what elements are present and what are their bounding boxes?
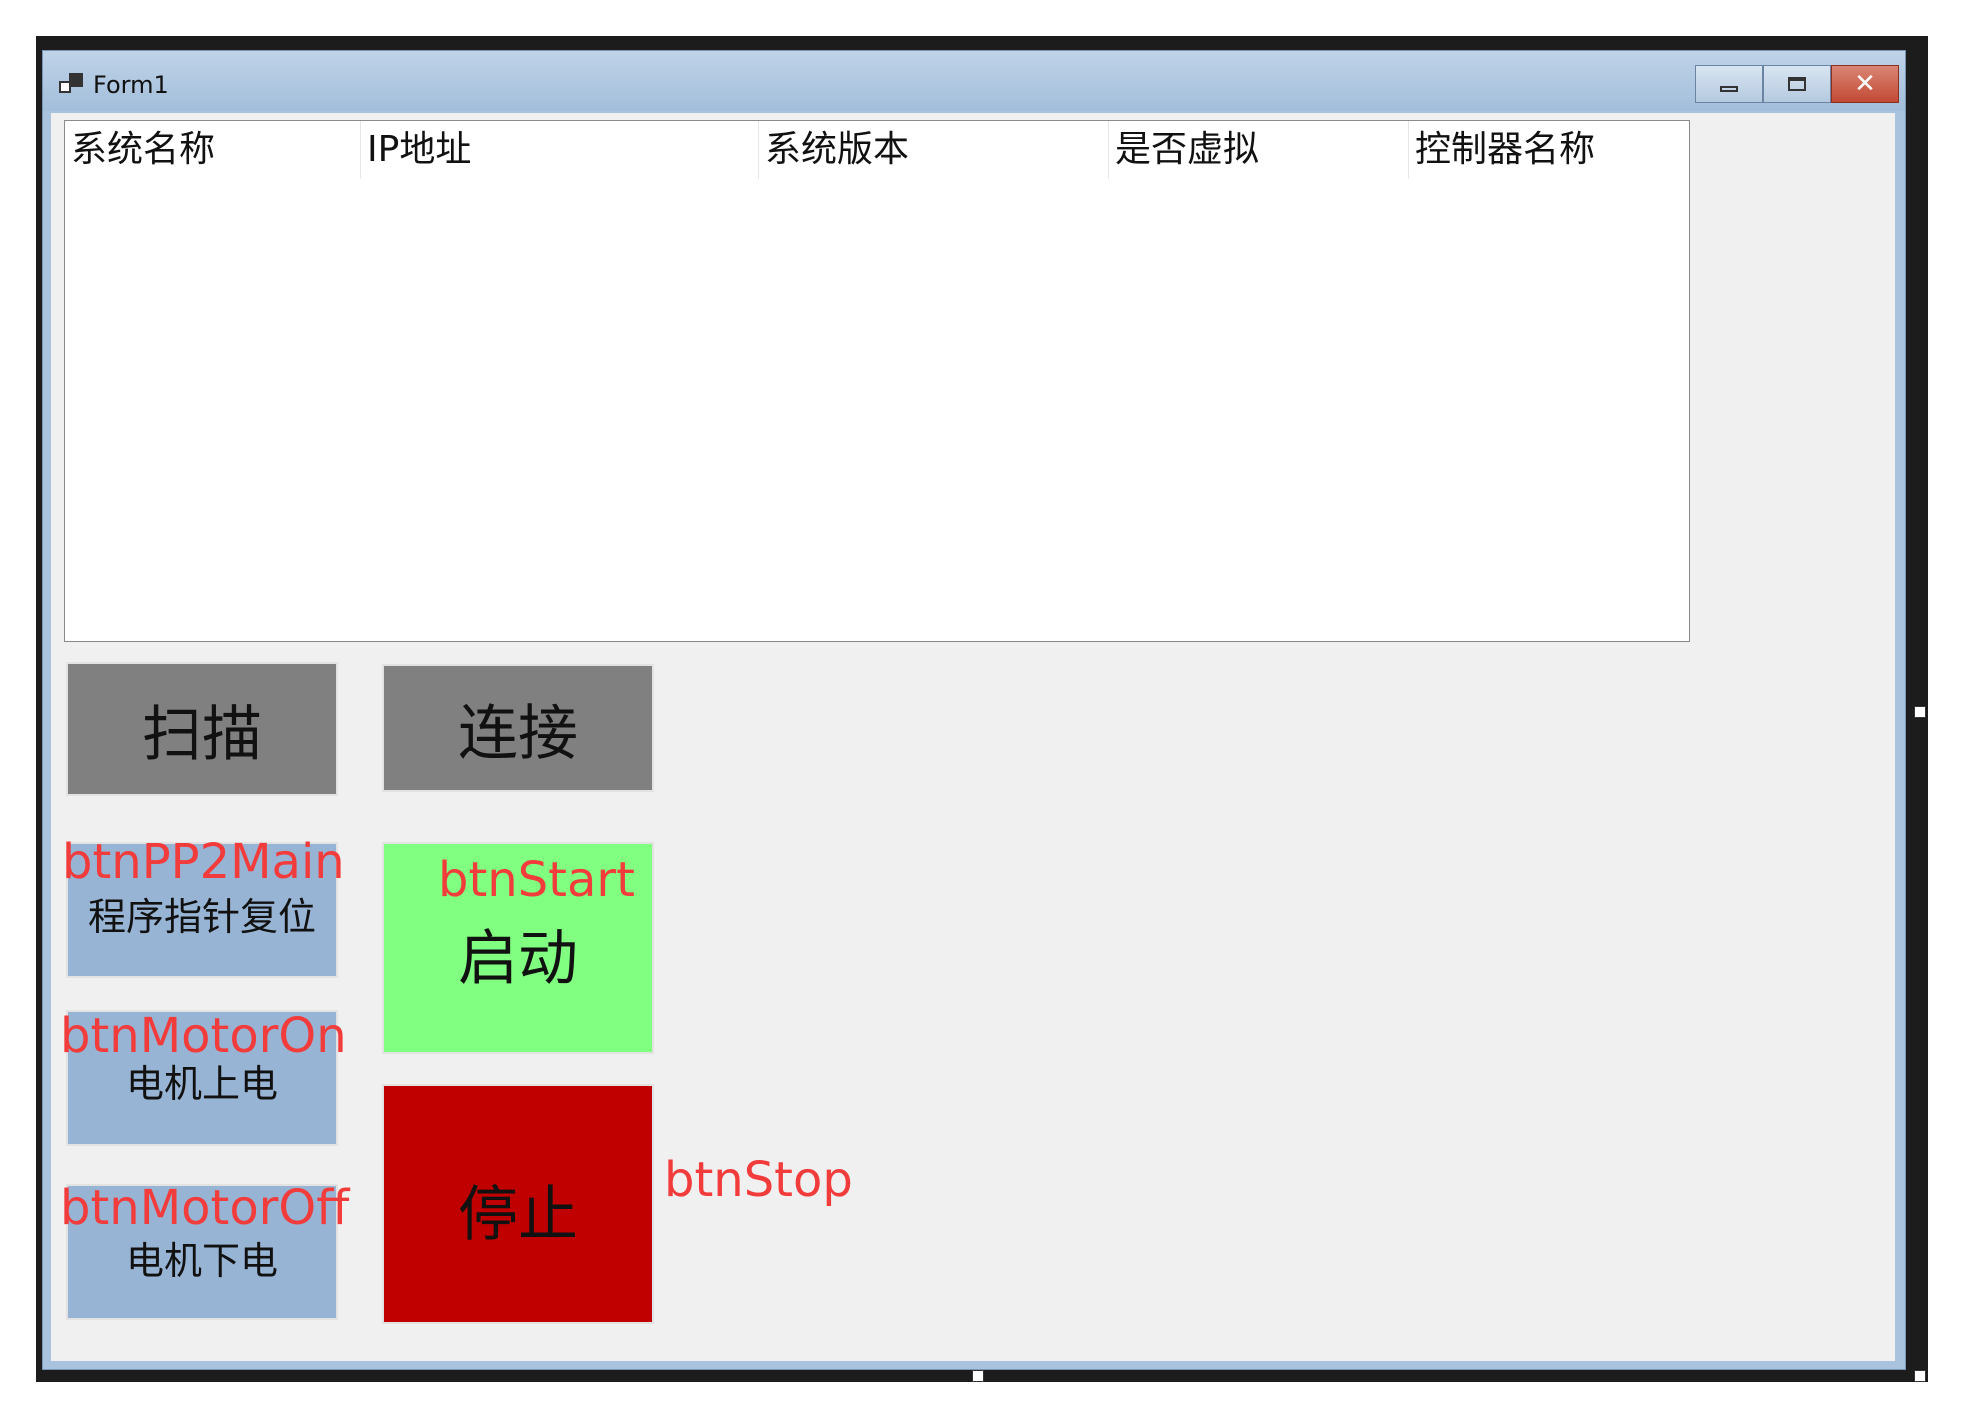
column-header-ip-address[interactable]: IP地址 (361, 121, 759, 179)
scan-label: 扫描 (142, 699, 262, 770)
resize-handle-right[interactable] (1914, 706, 1926, 718)
minimize-icon (1720, 86, 1738, 92)
controller-listview[interactable]: 系统名称 IP地址 系统版本 是否虚拟 控制器名称 (64, 120, 1690, 642)
column-header-is-virtual[interactable]: 是否虚拟 (1109, 121, 1409, 179)
form-icon (59, 73, 83, 95)
title-bar[interactable]: Form1 ✕ (43, 51, 1905, 111)
window-title: Form1 (93, 71, 169, 99)
close-icon: ✕ (1854, 69, 1876, 99)
annotation-btnstart: btnStart (438, 852, 635, 908)
annotation-btnmotoron: btnMotorOn (60, 1008, 347, 1064)
scan-button[interactable]: 扫描 (66, 662, 338, 796)
maximize-button[interactable] (1763, 65, 1831, 103)
minimize-button[interactable] (1695, 65, 1763, 103)
maximize-icon (1788, 77, 1806, 91)
connect-button[interactable]: 连接 (382, 664, 654, 792)
pp2main-label: 程序指针复位 (87, 894, 316, 939)
stop-button[interactable]: 停止 (382, 1084, 654, 1324)
resize-handle-corner[interactable] (1914, 1370, 1926, 1382)
connect-label: 连接 (458, 698, 578, 769)
motor-off-label: 电机下电 (125, 1238, 278, 1283)
listview-header: 系统名称 IP地址 系统版本 是否虚拟 控制器名称 (65, 121, 1689, 179)
column-header-system-version[interactable]: 系统版本 (759, 121, 1109, 179)
stop-label: 停止 (458, 1179, 578, 1250)
close-button[interactable]: ✕ (1831, 65, 1899, 103)
annotation-btnpp2main: btnPP2Main (62, 834, 345, 890)
resize-handle-bottom[interactable] (972, 1370, 984, 1382)
annotation-btnmotoroff: btnMotorOff (60, 1180, 350, 1236)
start-label: 启动 (458, 923, 578, 994)
column-header-controller-name[interactable]: 控制器名称 (1409, 121, 1689, 179)
annotation-btnstop: btnStop (664, 1152, 853, 1208)
column-header-system-name[interactable]: 系统名称 (65, 121, 361, 179)
